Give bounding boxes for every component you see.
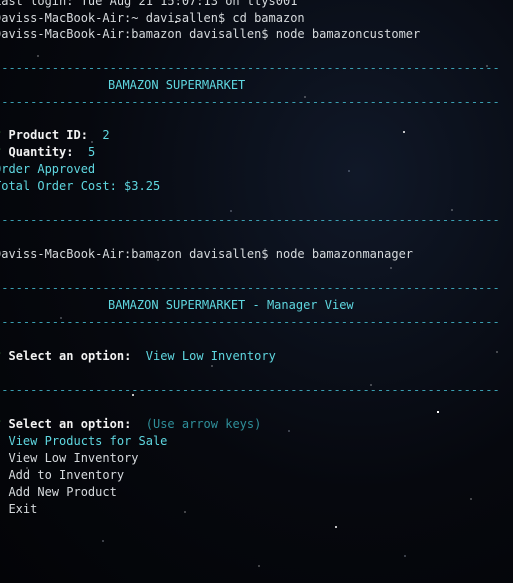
arrow-keys-hint: (Use arrow keys) <box>145 417 262 431</box>
menu-item-add-to-inventory[interactable]: Add to Inventory <box>0 467 124 484</box>
divider-rule: ----------------------------------------… <box>0 383 500 397</box>
divider-rule: ----------------------------------------… <box>0 315 500 329</box>
menu-item-add-new-product[interactable]: Add New Product <box>0 484 117 501</box>
total-cost-text: Total Order Cost: $3.25 <box>0 179 161 193</box>
product-id-value: 2 <box>102 128 110 142</box>
answered-select-prompt: ? Select an option: View Low Inventory <box>0 348 276 365</box>
divider-rule: ----------------------------------------… <box>0 61 500 75</box>
question-mark-icon: ? <box>0 128 1 142</box>
quantity-prompt: ? Quantity: 5 <box>0 144 95 161</box>
order-approved-text: Order Approved <box>0 162 96 176</box>
menu-item-view-products-for-sale[interactable]: ❯ View Products for Sale <box>0 433 167 450</box>
menu-item-exit[interactable]: Exit <box>0 501 37 518</box>
quantity-label: Quantity: <box>8 145 74 159</box>
pointer-icon: ❯ <box>0 434 1 448</box>
menu-item-label: View Low Inventory <box>8 451 139 465</box>
active-select-prompt: ? Select an option: (Use arrow keys) <box>0 416 261 433</box>
terminal-window[interactable]: Last login: Tue Aug 21 15:07:13 on ttys0… <box>0 0 513 583</box>
command-bamazoncustomer: Daviss-MacBook-Air:bamazon davisallen$ n… <box>0 27 421 41</box>
command-cd: Daviss-MacBook-Air:~ davisallen$ cd bama… <box>0 11 305 25</box>
menu-item-label: Exit <box>8 502 38 516</box>
select-option-label: Select an option: <box>8 417 132 431</box>
customer-title: BAMAZON SUPERMARKET <box>108 78 246 92</box>
question-mark-icon: ? <box>0 349 1 363</box>
menu-item-label: View Products for Sale <box>8 434 168 448</box>
quantity-value: 5 <box>87 145 96 159</box>
divider-rule: ----------------------------------------… <box>0 213 500 227</box>
divider-rule: ----------------------------------------… <box>0 281 500 295</box>
selected-answer: View Low Inventory <box>145 349 276 363</box>
question-mark-icon: ? <box>0 145 1 159</box>
product-id-label: Product ID: <box>8 128 88 142</box>
divider-rule: ----------------------------------------… <box>0 95 500 109</box>
menu-item-view-low-inventory[interactable]: View Low Inventory <box>0 450 139 467</box>
select-option-label: Select an option: <box>8 349 132 363</box>
product-id-prompt: ? Product ID: 2 <box>0 127 110 144</box>
command-bamazonmanager: Daviss-MacBook-Air:bamazon davisallen$ n… <box>0 247 414 261</box>
menu-item-label: Add to Inventory <box>8 468 125 482</box>
last-login-line: Last login: Tue Aug 21 15:07:13 on ttys0… <box>0 0 298 8</box>
manager-title: BAMAZON SUPERMARKET - Manager View <box>108 298 354 312</box>
menu-item-label: Add New Product <box>8 485 117 499</box>
question-mark-icon: ? <box>0 417 1 431</box>
